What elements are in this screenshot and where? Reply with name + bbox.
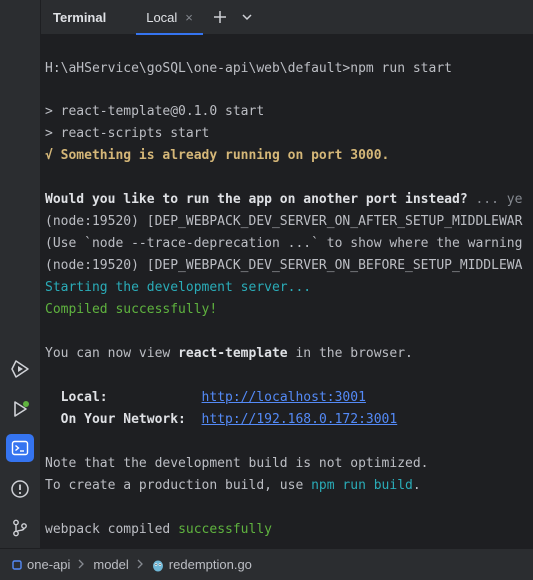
view-message: You can now view react-template in the b… bbox=[45, 343, 413, 365]
script-line: > react-template@0.1.0 start bbox=[45, 104, 265, 119]
services-icon[interactable] bbox=[6, 355, 34, 383]
webpack-status: webpack compiled successfully bbox=[45, 519, 272, 541]
production-command: npm run build bbox=[311, 478, 413, 493]
production-prefix: To create a production build, use bbox=[45, 478, 312, 493]
build-note: Note that the development build is not o… bbox=[45, 456, 429, 471]
module-icon bbox=[12, 559, 22, 570]
chevron-right-icon bbox=[78, 557, 85, 572]
close-tab-icon[interactable]: × bbox=[185, 10, 193, 25]
network-label: On Your Network: bbox=[45, 412, 202, 427]
script-line: > react-scripts start bbox=[45, 126, 210, 141]
view-suffix: in the browser. bbox=[287, 346, 413, 361]
terminal-icon[interactable] bbox=[6, 434, 34, 462]
tab-label: Local bbox=[146, 9, 178, 25]
local-address: Local: http://localhost:3001 bbox=[45, 387, 366, 409]
tab-local[interactable]: Local × bbox=[136, 0, 203, 35]
question-text: Would you like to run the app on another… bbox=[45, 192, 468, 207]
port-question: Would you like to run the app on another… bbox=[45, 189, 522, 211]
deprecation-warning: (node:19520) [DEP_WEBPACK_DEV_SERVER_ON_… bbox=[45, 258, 523, 273]
chevron-down-icon[interactable] bbox=[241, 11, 253, 23]
local-url-link[interactable]: http://localhost:3001 bbox=[202, 390, 366, 405]
breadcrumb-label: model bbox=[93, 557, 129, 572]
command-prompt: H:\aHService\goSQL\one-api\web\default>n… bbox=[45, 61, 452, 76]
terminal-header: Terminal Local × bbox=[41, 0, 533, 35]
go-file-icon bbox=[152, 558, 164, 572]
deprecation-warning: (node:19520) [DEP_WEBPACK_DEV_SERVER_ON_… bbox=[45, 214, 523, 229]
question-answer: ... ye bbox=[467, 192, 523, 207]
production-suffix: . bbox=[412, 478, 421, 493]
deprecation-hint: (Use `node --trace-deprecation ...` to s… bbox=[45, 236, 523, 251]
starting-message: Starting the development server... bbox=[45, 280, 312, 295]
git-icon[interactable] bbox=[6, 514, 34, 542]
local-label: Local: bbox=[45, 390, 202, 405]
port-warning: √ Something is already running on port 3… bbox=[45, 148, 390, 163]
new-tab-icon[interactable] bbox=[213, 10, 227, 24]
problems-icon[interactable] bbox=[6, 475, 34, 503]
tool-window-title: Terminal bbox=[53, 9, 107, 25]
breadcrumb-item-folder[interactable]: model bbox=[93, 557, 128, 572]
app-name: react-template bbox=[178, 346, 288, 361]
webpack-success: successfully bbox=[178, 522, 272, 537]
terminal-output[interactable]: H:\aHService\goSQL\one-api\web\default>n… bbox=[41, 35, 533, 548]
breadcrumb-item-file[interactable]: redemption.go bbox=[152, 557, 252, 572]
production-hint: To create a production build, use npm ru… bbox=[45, 475, 421, 497]
network-url-link[interactable]: http://192.168.0.172:3001 bbox=[202, 412, 398, 427]
chevron-right-icon bbox=[137, 557, 144, 572]
webpack-prefix: webpack compiled bbox=[45, 522, 179, 537]
breadcrumb-label: one-api bbox=[27, 557, 71, 572]
breadcrumb-label: redemption.go bbox=[168, 557, 252, 572]
breadcrumb-item-project[interactable]: one-api bbox=[12, 557, 70, 572]
network-address: On Your Network: http://192.168.0.172:30… bbox=[45, 409, 398, 431]
run-icon[interactable] bbox=[6, 395, 34, 423]
breadcrumb: one-api model redemption.go bbox=[0, 548, 533, 580]
tool-window-strip bbox=[0, 0, 41, 548]
view-prefix: You can now view bbox=[45, 346, 179, 361]
compiled-message: Compiled successfully! bbox=[45, 302, 218, 317]
